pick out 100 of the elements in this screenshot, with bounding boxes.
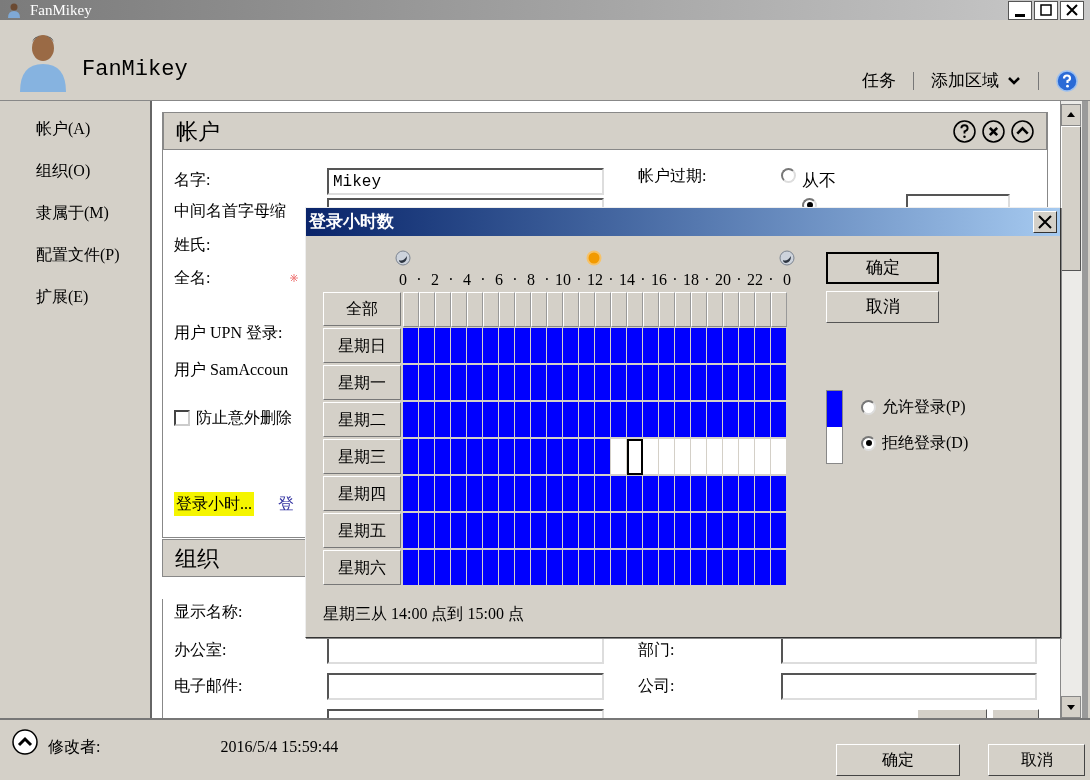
hour-cell[interactable] — [579, 328, 595, 364]
hour-cell[interactable] — [451, 439, 467, 475]
sidebar-item[interactable]: 帐户(A) — [36, 117, 150, 139]
hour-cell[interactable] — [771, 439, 787, 475]
hour-cell[interactable] — [483, 476, 499, 512]
hour-cell[interactable] — [419, 328, 435, 364]
hour-cell[interactable] — [771, 402, 787, 438]
day-button[interactable]: 星期六 — [323, 550, 401, 585]
hour-cell[interactable] — [771, 365, 787, 401]
hour-cell[interactable] — [531, 476, 547, 512]
hour-cell[interactable] — [595, 550, 611, 586]
hour-cell[interactable] — [563, 439, 579, 475]
hour-cell[interactable] — [707, 439, 723, 475]
add-section-link[interactable]: 添加区域 — [931, 68, 1021, 94]
hour-cell[interactable] — [659, 402, 675, 438]
hour-cell[interactable] — [419, 476, 435, 512]
hour-cell[interactable] — [675, 439, 691, 475]
hour-cell[interactable] — [707, 476, 723, 512]
hour-cell[interactable] — [499, 439, 515, 475]
hour-column-header[interactable] — [771, 292, 787, 327]
tasks-link[interactable]: 任务 — [862, 68, 896, 94]
hour-cell[interactable] — [547, 328, 563, 364]
hour-cell[interactable] — [419, 439, 435, 475]
text-field[interactable] — [781, 672, 1037, 700]
hour-cell[interactable] — [515, 328, 531, 364]
hour-column-header[interactable] — [419, 292, 435, 327]
hour-cell[interactable] — [595, 365, 611, 401]
radio-button[interactable] — [861, 435, 876, 451]
ok-button[interactable]: 确定 — [826, 252, 939, 284]
hour-column-header[interactable] — [563, 292, 579, 327]
hour-cell[interactable] — [403, 365, 419, 401]
hour-cell[interactable] — [419, 513, 435, 549]
hour-cell[interactable] — [707, 365, 723, 401]
cancel-button[interactable]: 取消 — [826, 291, 939, 323]
hour-cell[interactable] — [659, 476, 675, 512]
radio-button[interactable] — [861, 399, 876, 415]
hour-column-header[interactable] — [643, 292, 659, 327]
hour-cell[interactable] — [579, 439, 595, 475]
hour-column-header[interactable] — [611, 292, 627, 327]
hour-cell[interactable] — [515, 402, 531, 438]
hour-column-header[interactable] — [499, 292, 515, 327]
hour-cell[interactable] — [611, 476, 627, 512]
maximize-button[interactable] — [1034, 0, 1058, 20]
sidebar-item[interactable]: 配置文件(P) — [36, 243, 150, 265]
hour-cell[interactable] — [771, 550, 787, 586]
hour-cell[interactable] — [403, 328, 419, 364]
hour-cell[interactable] — [723, 550, 739, 586]
text-field[interactable] — [327, 672, 604, 700]
hour-cell[interactable] — [771, 476, 787, 512]
logon-link[interactable]: 登 — [276, 492, 296, 516]
hour-cell[interactable] — [435, 550, 451, 586]
hour-cell[interactable] — [547, 513, 563, 549]
hour-cell[interactable] — [531, 439, 547, 475]
hour-cell[interactable] — [515, 476, 531, 512]
day-button[interactable]: 星期四 — [323, 476, 401, 511]
hour-cell[interactable] — [499, 550, 515, 586]
hour-cell[interactable] — [483, 439, 499, 475]
hour-cell[interactable] — [675, 402, 691, 438]
scroll-down-button[interactable] — [1061, 696, 1081, 718]
hour-cell[interactable] — [499, 365, 515, 401]
scrollbar-thumb[interactable] — [1061, 126, 1081, 271]
hour-cell[interactable] — [435, 513, 451, 549]
hour-cell[interactable] — [723, 476, 739, 512]
scroll-up-button[interactable] — [1061, 104, 1081, 126]
hour-cell[interactable] — [531, 402, 547, 438]
hour-cell[interactable] — [627, 439, 643, 475]
hour-cell[interactable] — [403, 550, 419, 586]
hour-cell[interactable] — [659, 365, 675, 401]
hour-cell[interactable] — [627, 476, 643, 512]
hour-cell[interactable] — [691, 476, 707, 512]
hour-cell[interactable] — [531, 365, 547, 401]
hour-cell[interactable] — [755, 550, 771, 586]
hour-cell[interactable] — [595, 476, 611, 512]
hour-cell[interactable] — [499, 476, 515, 512]
hour-cell[interactable] — [675, 365, 691, 401]
hour-cell[interactable] — [451, 513, 467, 549]
hour-column-header[interactable] — [579, 292, 595, 327]
hour-cell[interactable] — [467, 513, 483, 549]
hour-cell[interactable] — [627, 550, 643, 586]
hour-cell[interactable] — [723, 402, 739, 438]
hour-cell[interactable] — [755, 513, 771, 549]
hour-cell[interactable] — [659, 550, 675, 586]
hour-cell[interactable] — [675, 476, 691, 512]
hour-column-header[interactable] — [595, 292, 611, 327]
day-button[interactable]: 星期二 — [323, 402, 401, 437]
hour-column-header[interactable] — [675, 292, 691, 327]
hour-column-header[interactable] — [547, 292, 563, 327]
hour-column-header[interactable] — [707, 292, 723, 327]
hour-cell[interactable] — [579, 476, 595, 512]
hour-column-header[interactable] — [627, 292, 643, 327]
hour-cell[interactable] — [755, 328, 771, 364]
help-icon[interactable] — [953, 119, 976, 143]
hour-column-header[interactable] — [467, 292, 483, 327]
hour-cell[interactable] — [739, 439, 755, 475]
hour-column-header[interactable] — [659, 292, 675, 327]
hour-cell[interactable] — [627, 513, 643, 549]
hour-cell[interactable] — [403, 439, 419, 475]
hour-cell[interactable] — [691, 513, 707, 549]
hour-cell[interactable] — [467, 476, 483, 512]
hour-cell[interactable] — [627, 328, 643, 364]
